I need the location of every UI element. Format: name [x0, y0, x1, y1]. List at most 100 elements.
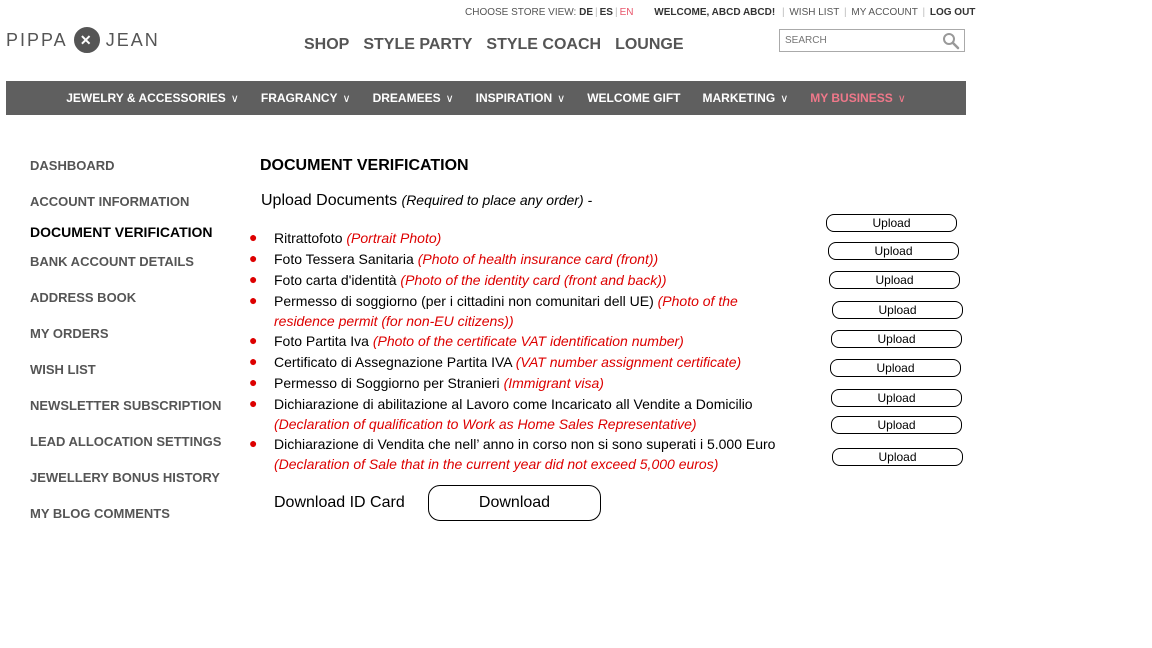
sidebar-item-bank-account-details[interactable]: BANK ACCOUNT DETAILS [30, 254, 194, 269]
upload-button[interactable]: Upload [832, 301, 963, 319]
sidebar-item-dashboard[interactable]: DASHBOARD [30, 158, 115, 173]
cat-my-business[interactable]: MY BUSINESS ∨ [799, 91, 917, 105]
logo-text-right: JEAN [105, 29, 160, 50]
sidebar-item-jewellery-bonus-history[interactable]: JEWELLERY BONUS HISTORY [30, 470, 220, 485]
nav-style-party[interactable]: STYLE PARTY [363, 36, 472, 54]
chevron-down-icon: ∨ [445, 93, 454, 105]
lang-en-link[interactable]: EN [620, 7, 634, 18]
upload-heading: Upload Documents (Required to place any … [261, 192, 592, 210]
document-label: Permesso di soggiorno (per i cittadini n… [274, 291, 784, 331]
sidebar-item-document-verification[interactable]: DOCUMENT VERIFICATION [30, 224, 213, 240]
cat-welcome-gift[interactable]: WELCOME GIFT [576, 91, 691, 105]
document-label: Foto carta d'identità (Photo of the iden… [274, 270, 784, 290]
upload-button[interactable]: Upload [832, 448, 963, 466]
document-label: Ritrattofoto (Portrait Photo) [274, 228, 784, 248]
sidebar-item-my-blog-comments[interactable]: MY BLOG COMMENTS [30, 506, 170, 521]
cat-fragrancy[interactable]: FRAGRANCY ∨ [250, 91, 362, 105]
document-name: Ritrattofoto [274, 230, 343, 246]
wish-list-link[interactable]: WISH LIST [789, 7, 839, 18]
cat-label: FRAGRANCY [260, 91, 338, 105]
document-name: Permesso di soggiorno (per i cittadini n… [274, 293, 654, 309]
welcome-message: WELCOME, ABCD ABCD! [654, 7, 776, 18]
cat-label: INSPIRATION [475, 91, 553, 105]
document-translation: (Photo of health insurance card (front)) [417, 251, 659, 267]
bullet: ● [249, 229, 258, 245]
nav-style-coach[interactable]: STYLE COACH [486, 36, 601, 54]
document-translation: (Photo of the identity card (front and b… [400, 272, 667, 288]
bullet: ● [249, 271, 258, 287]
store-view-label: CHOOSE STORE VIEW: [465, 7, 577, 18]
document-label: Foto Tessera Sanitaria (Photo of health … [274, 249, 784, 269]
upload-button[interactable]: Upload [829, 271, 960, 289]
chevron-down-icon: ∨ [342, 93, 351, 105]
separator: | [614, 7, 618, 18]
bullet: ● [249, 435, 258, 451]
upload-note: (Required to place any order) - [401, 192, 593, 208]
sidebar-item-account-information[interactable]: ACCOUNT INFORMATION [30, 194, 189, 209]
cat-label: DREAMEES [372, 91, 441, 105]
document-translation: (Photo of the certificate VAT identifica… [372, 333, 684, 349]
cat-jewelry-accessories[interactable]: JEWELRY & ACCESSORIES ∨ [55, 91, 250, 105]
upload-button[interactable]: Upload [826, 214, 957, 232]
document-label: Foto Partita Iva (Photo of the certifica… [274, 331, 784, 351]
document-translation: (Immigrant visa) [503, 375, 604, 391]
bullet: ● [249, 395, 258, 411]
bullet: ● [249, 292, 258, 308]
upload-button[interactable]: Upload [831, 389, 962, 407]
separator: | [781, 7, 785, 18]
nav-shop[interactable]: SHOP [304, 36, 349, 54]
upload-button[interactable]: Upload [830, 359, 961, 377]
chevron-down-icon: ∨ [780, 93, 789, 105]
sidebar-item-wish-list[interactable]: WISH LIST [30, 362, 96, 377]
chevron-down-icon: ∨ [230, 93, 239, 105]
category-navigation: JEWELRY & ACCESSORIES ∨ FRAGRANCY ∨ DREAME… [6, 81, 966, 115]
upload-button[interactable]: Upload [831, 330, 962, 348]
document-label: Permesso di Soggiorno per Stranieri (Imm… [274, 373, 784, 393]
document-name: Foto Partita Iva [274, 333, 369, 349]
search-input[interactable] [780, 30, 940, 51]
main-navigation: SHOP STYLE PARTY STYLE COACH LOUNGE [304, 36, 684, 54]
bullet: ● [249, 353, 258, 369]
upload-heading-text: Upload Documents [261, 192, 398, 209]
download-button[interactable]: Download [428, 485, 601, 521]
cat-inspiration[interactable]: INSPIRATION ∨ [465, 91, 577, 105]
chevron-down-icon: ∨ [897, 93, 906, 105]
lang-es-link[interactable]: ES [600, 7, 613, 18]
cat-label: JEWELRY & ACCESSORIES [66, 91, 226, 105]
document-label: Dichiarazione di Vendita che nell’ anno … [274, 434, 784, 474]
my-account-link[interactable]: MY ACCOUNT [851, 7, 917, 18]
document-translation: (Portrait Photo) [346, 230, 442, 246]
chevron-down-icon: ∨ [557, 93, 566, 105]
document-name: Certificato di Assegnazione Partita IVA [274, 354, 512, 370]
separator: | [595, 7, 598, 18]
logo-mark-icon: ✕ [73, 27, 100, 53]
nav-lounge[interactable]: LOUNGE [615, 36, 683, 54]
separator: | [922, 7, 926, 18]
document-label: Certificato di Assegnazione Partita IVA … [274, 352, 784, 372]
bullet: ● [249, 332, 258, 348]
download-id-card-label: Download ID Card [274, 494, 405, 511]
document-name: Dichiarazione di Vendita che nell’ anno … [274, 436, 776, 452]
sidebar-item-address-book[interactable]: ADDRESS BOOK [30, 290, 136, 305]
sidebar-item-lead-allocation-settings[interactable]: LEAD ALLOCATION SETTINGS [30, 434, 221, 449]
search-icon[interactable] [942, 32, 960, 50]
upload-button[interactable]: Upload [828, 242, 959, 260]
bullet: ● [249, 250, 258, 266]
page-title: DOCUMENT VERIFICATION [260, 157, 469, 174]
sidebar-item-newsletter-subscription[interactable]: NEWSLETTER SUBSCRIPTION [30, 398, 221, 413]
separator: | [843, 7, 847, 18]
logout-link[interactable]: LOG OUT [930, 7, 976, 18]
lang-de-link[interactable]: DE [579, 7, 593, 18]
document-name: Foto Tessera Sanitaria [274, 251, 414, 267]
document-label: Dichiarazione di abilitazione al Lavoro … [274, 394, 784, 434]
cat-dreamees[interactable]: DREAMEES ∨ [362, 91, 465, 105]
document-name: Foto carta d'identità [274, 272, 397, 288]
top-utility-bar: CHOOSE STORE VIEW: DE | ES | EN WELCOME, ABC… [465, 7, 975, 18]
upload-button[interactable]: Upload [831, 416, 962, 434]
document-name: Dichiarazione di abilitazione al Lavoro … [274, 396, 753, 412]
cat-marketing[interactable]: MARKETING ∨ [692, 91, 800, 105]
sidebar-item-my-orders[interactable]: MY ORDERS [30, 326, 109, 341]
document-translation: (Declaration of qualification to Work as… [274, 416, 697, 432]
brand-logo[interactable]: PIPPA ✕ JEAN [6, 27, 160, 53]
bullet: ● [249, 374, 258, 390]
